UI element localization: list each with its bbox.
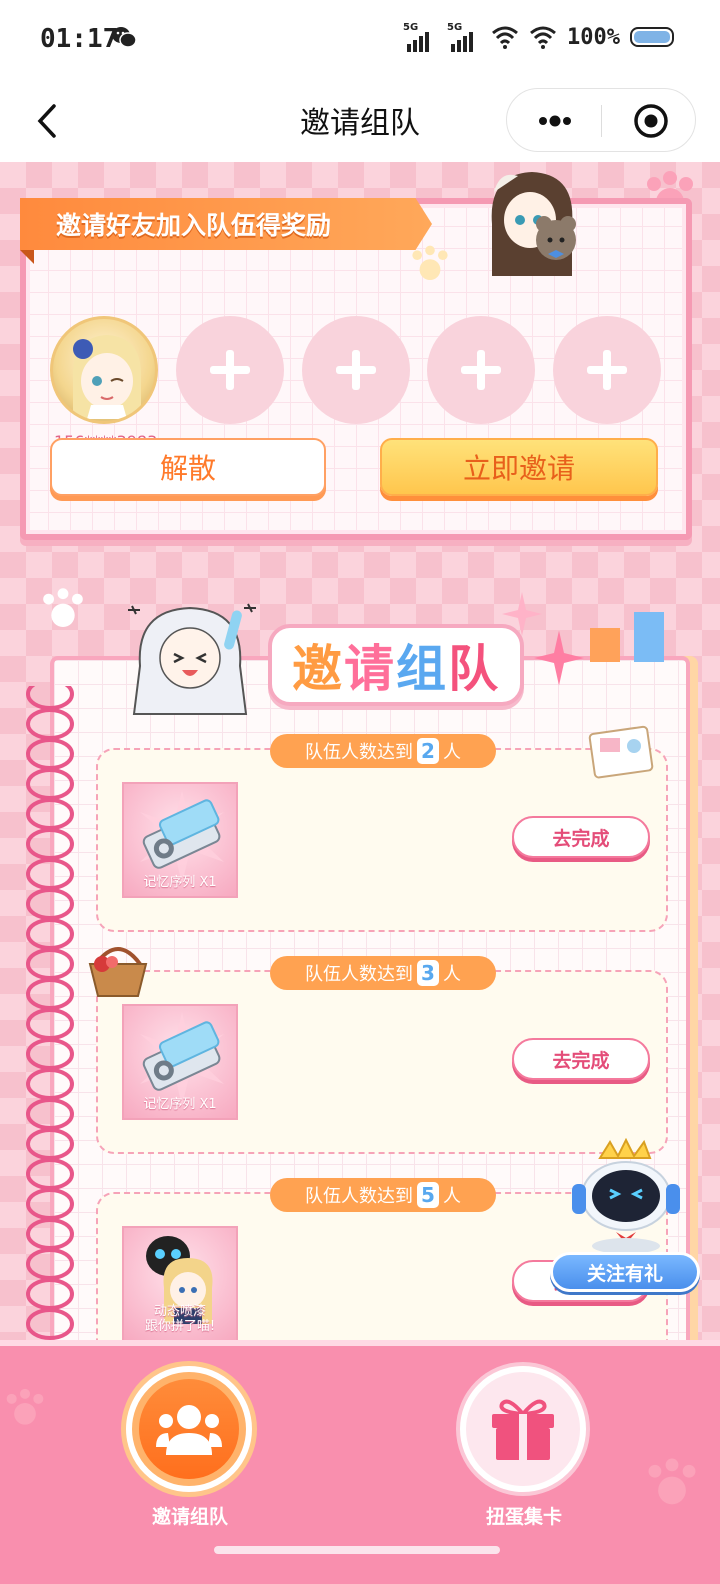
reward-item: 记忆序列 X1 xyxy=(122,782,238,898)
more-icon[interactable] xyxy=(535,111,575,131)
battery-percent: 100% xyxy=(567,24,620,50)
sparkle-icon xyxy=(534,630,584,686)
girl-with-bear-illustration xyxy=(491,172,576,276)
team-card-banner: 邀请好友加入队伍得奖励 xyxy=(20,198,432,250)
empty-member-slot[interactable] xyxy=(427,316,535,424)
task-requirement-text: 队伍人数达到 xyxy=(305,964,413,985)
anime-girl-avatar-icon xyxy=(72,335,142,419)
tab-label: 扭蛋集卡 xyxy=(485,1506,562,1528)
wifi-icon xyxy=(530,26,556,49)
heading-char: 队 xyxy=(448,640,500,698)
notebook-sticker-icon xyxy=(588,725,654,779)
signal-icon: 5G xyxy=(447,22,481,52)
task-requirement-tag: 队伍人数达到 2 人 xyxy=(270,734,496,768)
mini-program-capsule xyxy=(506,88,696,152)
capsule-divider xyxy=(601,105,602,137)
reward-name: 记忆序列 X1 xyxy=(143,1097,217,1112)
reward-name: 记忆序列 X1 xyxy=(143,875,217,890)
reward-name: 动态喷漆 跟你拼了喵! xyxy=(144,1304,216,1334)
empty-member-slot[interactable] xyxy=(553,316,661,424)
robot-mascot-icon[interactable] xyxy=(560,1138,690,1258)
task-requirement-unit: 人 xyxy=(443,1186,461,1207)
paw-decoration-icon xyxy=(43,588,83,627)
task-requirement-text: 队伍人数达到 xyxy=(305,1186,413,1207)
tab-icon-circle xyxy=(126,1366,252,1492)
task-card: 队伍人数达到 3 人 记忆序列 X1 去完成 xyxy=(96,956,668,1154)
paw-decoration-icon xyxy=(6,1388,44,1425)
task-requirement-text: 队伍人数达到 xyxy=(305,742,413,763)
task-requirement-count: 3 xyxy=(417,960,439,986)
tab-invite-team[interactable]: 邀请组队 xyxy=(110,1360,270,1540)
follow-gift-button[interactable]: 关注有礼 xyxy=(550,1252,700,1292)
reward-item: 记忆序列 X1 xyxy=(122,1004,238,1120)
task-requirement-tag: 队伍人数达到 3 人 xyxy=(270,956,496,990)
nav-bar: 邀请组队 xyxy=(0,80,720,162)
paw-decoration-icon xyxy=(412,245,448,280)
tab-gacha-cards[interactable]: 扭蛋集卡 xyxy=(444,1360,604,1540)
notebook-rings-decoration xyxy=(26,686,74,1340)
heading-char: 邀 xyxy=(292,640,344,698)
invite-now-button[interactable]: 立即邀请 xyxy=(380,438,658,496)
battery-icon xyxy=(630,27,674,47)
tab-label: 邀请组队 xyxy=(151,1506,228,1528)
heading-char: 组 xyxy=(396,640,448,698)
empty-member-slot[interactable] xyxy=(176,316,284,424)
white-haired-girl-illustration xyxy=(128,603,256,715)
task-requirement-unit: 人 xyxy=(443,742,461,763)
tab-icon-circle xyxy=(460,1366,586,1492)
team-icon xyxy=(156,1405,222,1455)
task-requirement-unit: 人 xyxy=(443,964,461,985)
task-requirement-count: 2 xyxy=(417,738,439,764)
home-indicator[interactable] xyxy=(214,1546,500,1554)
task-card: 队伍人数达到 2 人 记忆序列 X1 去完成 xyxy=(96,734,668,932)
status-bar: 01:17 5G 5G 100% xyxy=(0,0,720,80)
gift-icon xyxy=(492,1399,554,1460)
empty-member-slot[interactable] xyxy=(302,316,410,424)
dissolve-button[interactable]: 解散 xyxy=(50,438,326,496)
wifi-icon xyxy=(492,26,518,49)
wechat-icon xyxy=(112,27,136,48)
task-requirement-tag: 队伍人数达到 5 人 xyxy=(270,1178,496,1212)
complete-task-button[interactable]: 去完成 xyxy=(512,816,650,858)
task-requirement-count: 5 xyxy=(417,1182,439,1208)
paw-decoration-icon xyxy=(648,1458,696,1505)
bars-decoration xyxy=(590,612,664,662)
complete-task-button[interactable]: 去完成 xyxy=(512,1038,650,1080)
leader-avatar xyxy=(50,316,158,424)
reward-item: 动态喷漆 跟你拼了喵! xyxy=(122,1226,238,1340)
picnic-basket-icon xyxy=(88,947,148,997)
section-heading: 邀 请 组 队 xyxy=(268,624,524,706)
signal-icon: 5G xyxy=(403,22,437,52)
status-time: 01:17 xyxy=(40,24,119,54)
heading-char: 请 xyxy=(344,640,396,698)
close-mini-program-icon[interactable] xyxy=(633,103,669,139)
